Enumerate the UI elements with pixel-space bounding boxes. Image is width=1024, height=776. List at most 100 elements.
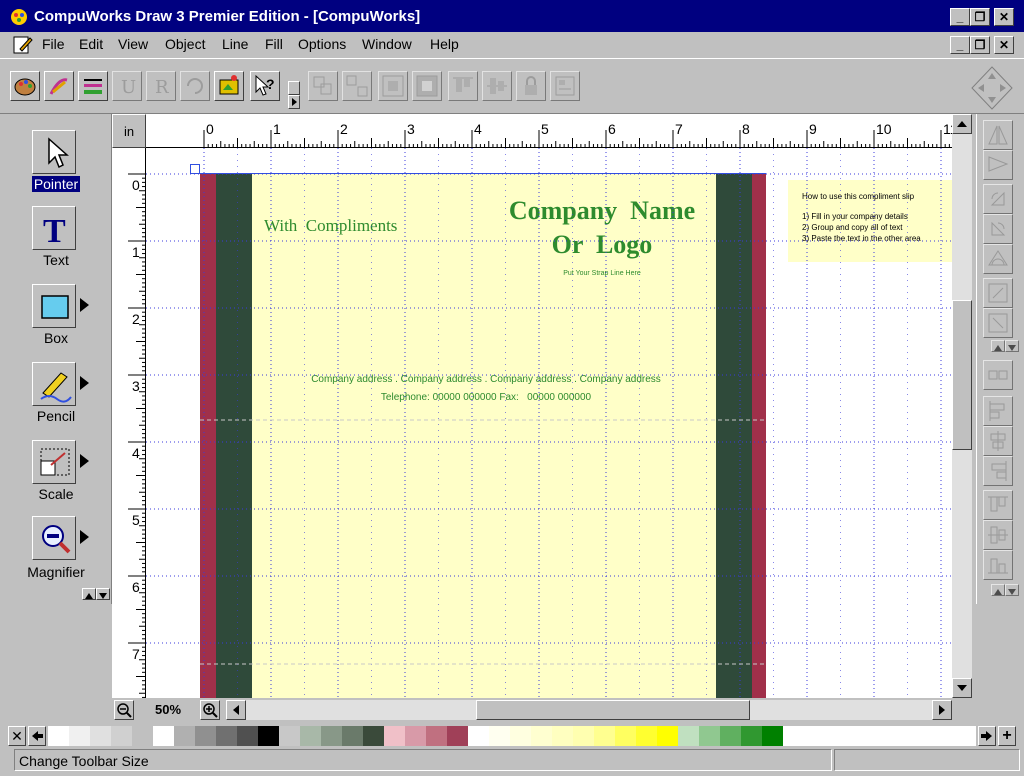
palette-swatch[interactable] — [678, 726, 699, 746]
magnifier-flyout-arrow-icon[interactable] — [80, 530, 89, 544]
palette-swatch[interactable] — [699, 726, 720, 746]
menu-object[interactable]: Object — [165, 36, 205, 52]
toolbox-size-up-button[interactable] — [82, 588, 96, 600]
right-tb-up-button-2[interactable] — [991, 584, 1005, 596]
line-width-button[interactable] — [78, 71, 108, 101]
group-button[interactable] — [308, 71, 338, 101]
zoom-in-button[interactable] — [200, 700, 220, 720]
palette-swatch[interactable] — [321, 726, 342, 746]
palette-swatch[interactable] — [48, 726, 69, 746]
palette-swatch[interactable] — [594, 726, 615, 746]
app-icon[interactable] — [10, 8, 28, 26]
horizontal-scroll-thumb[interactable] — [476, 700, 750, 720]
doc-restore-button[interactable]: ❐ — [970, 36, 990, 54]
palette-swatch[interactable] — [636, 726, 657, 746]
palette-swatch[interactable] — [90, 726, 111, 746]
restore-button[interactable]: ❐ — [970, 8, 990, 26]
menu-options[interactable]: Options — [298, 36, 346, 52]
color-palette-button[interactable] — [10, 71, 40, 101]
horizontal-ruler[interactable]: 0 1 2 3 4 5 6 7 8 9 10 11 — [146, 114, 952, 148]
menu-view[interactable]: View — [118, 36, 148, 52]
ruler-unit-box[interactable]: in — [112, 114, 146, 148]
scale-tool[interactable] — [32, 440, 76, 484]
rotate-free-button[interactable] — [983, 244, 1013, 274]
right-tb-up-button[interactable] — [991, 340, 1005, 352]
pencil-flyout-arrow-icon[interactable] — [80, 376, 89, 390]
palette-swatch[interactable] — [384, 726, 405, 746]
doc-close-button[interactable]: ✕ — [994, 36, 1014, 54]
scroll-left-button[interactable] — [226, 700, 246, 720]
palette-swatch[interactable] — [216, 726, 237, 746]
pointer-tool[interactable] — [32, 130, 76, 174]
align-right-button[interactable] — [983, 456, 1013, 486]
context-help-button[interactable]: ? — [250, 71, 280, 101]
scroll-up-button[interactable] — [952, 114, 972, 134]
palette-scroll-left-button[interactable] — [28, 726, 46, 746]
bring-front-button[interactable] — [378, 71, 408, 101]
palette-swatch[interactable] — [174, 726, 195, 746]
vertical-scroll-thumb[interactable] — [952, 300, 972, 450]
palette-swatch[interactable] — [489, 726, 510, 746]
align-left-button[interactable] — [983, 396, 1013, 426]
close-button[interactable]: ✕ — [994, 8, 1014, 26]
palette-swatch[interactable] — [363, 726, 384, 746]
zoom-out-button[interactable] — [114, 700, 134, 720]
palette-swatch[interactable] — [573, 726, 594, 746]
menu-help[interactable]: Help — [430, 36, 459, 52]
palette-swatch[interactable] — [615, 726, 636, 746]
lock-button[interactable] — [516, 71, 546, 101]
redo-button[interactable]: R — [146, 71, 176, 101]
align-top-right-button[interactable] — [983, 490, 1013, 520]
palette-swatch[interactable] — [762, 726, 783, 746]
box-flyout-arrow-icon[interactable] — [80, 298, 89, 312]
text-tool[interactable]: T — [32, 206, 76, 250]
zoom-level[interactable]: 50% — [138, 701, 198, 719]
nudge-control[interactable] — [968, 65, 1016, 111]
palette-swatch[interactable] — [657, 726, 678, 746]
scale-flyout-arrow-icon[interactable] — [80, 454, 89, 468]
scroll-down-button[interactable] — [952, 678, 972, 698]
palette-swatch[interactable] — [426, 726, 447, 746]
no-color-icon[interactable]: ✕ — [8, 726, 26, 746]
menu-file[interactable]: File — [42, 36, 65, 52]
palette-scroll-right-button[interactable] — [978, 726, 996, 746]
menu-edit[interactable]: Edit — [79, 36, 103, 52]
palette-swatch[interactable] — [237, 726, 258, 746]
palette-swatch[interactable] — [342, 726, 363, 746]
palette-swatch[interactable] — [510, 726, 531, 746]
line-style-button[interactable] — [44, 71, 74, 101]
doc-minimize-button[interactable]: _ — [950, 36, 970, 54]
palette-swatch[interactable] — [111, 726, 132, 746]
menu-window[interactable]: Window — [362, 36, 412, 52]
palette-swatch[interactable] — [552, 726, 573, 746]
palette-swatch[interactable] — [720, 726, 741, 746]
toolbox-size-down-button[interactable] — [96, 588, 110, 600]
magnifier-tool[interactable] — [32, 516, 76, 560]
horizontal-scrollbar[interactable] — [226, 700, 952, 720]
box-tool[interactable] — [32, 284, 76, 328]
right-tb-down-button-2[interactable] — [1005, 584, 1019, 596]
right-tb-down-button[interactable] — [1005, 340, 1019, 352]
align-hcenter-button[interactable] — [983, 426, 1013, 456]
palette-swatch[interactable] — [741, 726, 762, 746]
send-back-button[interactable] — [412, 71, 442, 101]
palette-swatch[interactable] — [258, 726, 279, 746]
rotate-left-button[interactable] — [983, 184, 1013, 214]
repeat-button[interactable] — [180, 71, 210, 101]
palette-swatch[interactable] — [300, 726, 321, 746]
palette-swatch[interactable] — [195, 726, 216, 746]
skew-button[interactable] — [983, 278, 1013, 308]
palette-swatch[interactable] — [153, 726, 174, 746]
align-top-button[interactable] — [448, 71, 478, 101]
minimize-button[interactable]: _ — [950, 8, 970, 26]
palette-swatch[interactable] — [132, 726, 153, 746]
vertical-scrollbar[interactable] — [952, 114, 972, 698]
palette-swatch[interactable] — [405, 726, 426, 746]
rotate-right-button[interactable] — [983, 214, 1013, 244]
palette-swatch[interactable] — [447, 726, 468, 746]
drawing-canvas[interactable]: With Compliments Company Name Or Logo Pu… — [146, 148, 952, 698]
align-center-button[interactable] — [482, 71, 512, 101]
align-bottom-button[interactable] — [983, 550, 1013, 580]
palette-swatch[interactable] — [531, 726, 552, 746]
scroll-right-button[interactable] — [932, 700, 952, 720]
